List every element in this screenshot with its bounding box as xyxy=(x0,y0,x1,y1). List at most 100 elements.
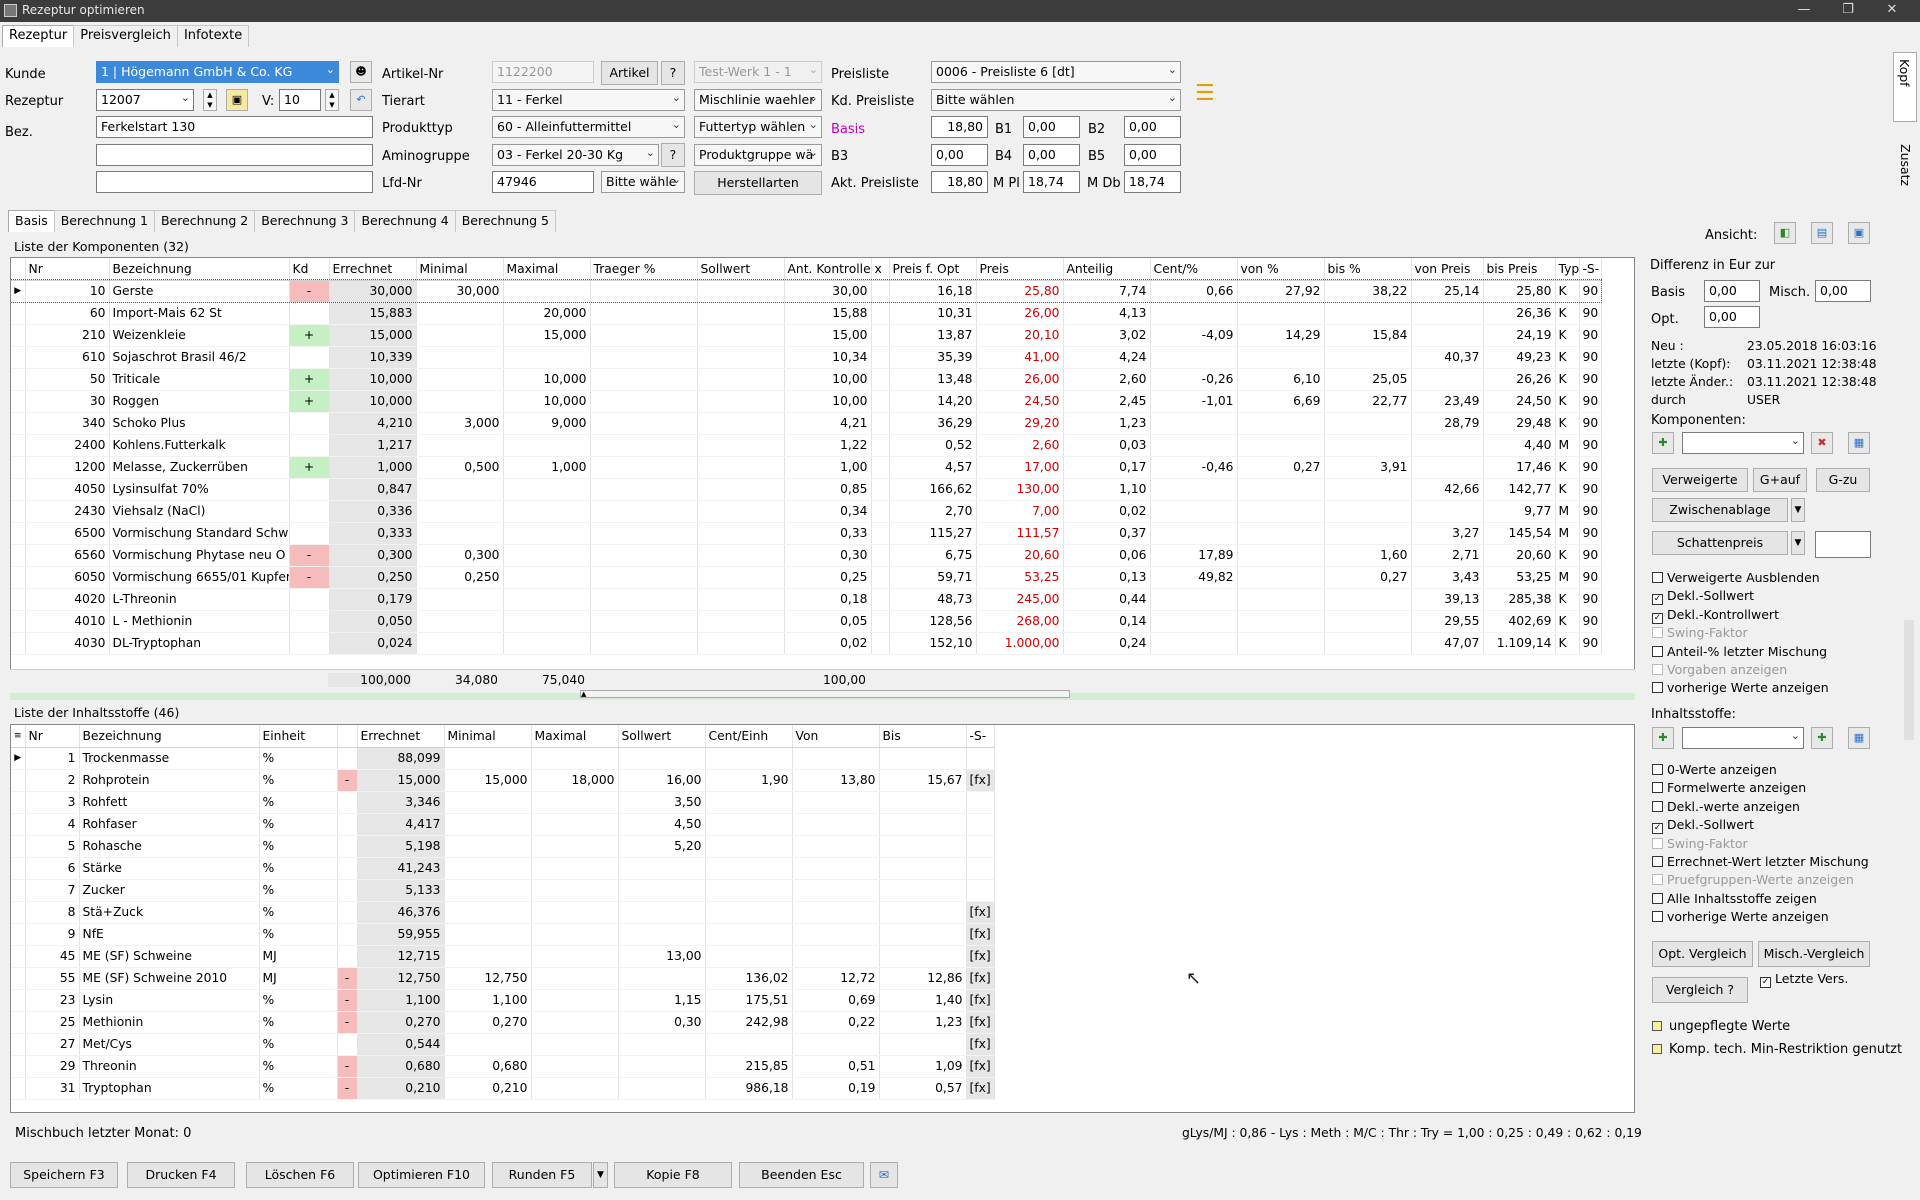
aminogruppe-help-button[interactable]: ? xyxy=(661,143,685,167)
bottom-button-2[interactable]: Löschen F6 xyxy=(246,1162,354,1188)
aminogruppe-dropdown[interactable]: 03 - Ferkel 20-30 Kg ⌄ xyxy=(492,144,659,166)
option-checkbox[interactable]: Dekl.-werte anzeigen xyxy=(1652,799,1800,814)
table-cell[interactable]: MJ xyxy=(259,967,338,990)
table-cell[interactable] xyxy=(416,390,504,413)
table-cell[interactable]: % xyxy=(259,1077,338,1100)
table-cell[interactable]: 30,000 xyxy=(329,280,417,303)
table-cell[interactable]: K xyxy=(1555,544,1580,567)
table-cell[interactable] xyxy=(1324,588,1412,611)
table-cell[interactable]: 10,00 xyxy=(784,368,872,391)
table-cell[interactable]: 2,60 xyxy=(976,434,1064,457)
table-cell[interactable] xyxy=(590,302,698,325)
zwischenablage-dropdown-icon[interactable]: ▼ xyxy=(1791,498,1805,522)
table-cell[interactable]: 25,80 xyxy=(1483,280,1556,303)
column-header[interactable]: Bis xyxy=(879,725,967,748)
futtertyp-dropdown[interactable]: Futtertyp wählen ⌄ xyxy=(694,116,822,138)
column-header[interactable]: Minimal xyxy=(444,725,532,748)
table-cell[interactable] xyxy=(590,368,698,391)
table-cell[interactable]: 25,05 xyxy=(1324,368,1412,391)
table-cell[interactable]: 2430 xyxy=(25,500,110,523)
table-cell[interactable] xyxy=(590,456,698,479)
column-header[interactable]: von Preis xyxy=(1411,258,1484,281)
table-cell[interactable] xyxy=(590,588,698,611)
table-cell[interactable]: K xyxy=(1555,280,1580,303)
table-cell[interactable]: M xyxy=(1555,434,1580,457)
table-cell[interactable] xyxy=(871,390,890,413)
column-header[interactable]: Cent/% xyxy=(1150,258,1238,281)
table-cell[interactable]: % xyxy=(259,1033,338,1056)
table-cell[interactable]: 5,198 xyxy=(357,835,445,858)
table-cell[interactable]: 15,00 xyxy=(784,324,872,347)
b2-input[interactable]: 0,00 xyxy=(1124,116,1181,138)
rezeptur-dropdown[interactable]: 12007 ⌄ xyxy=(96,89,194,111)
table-cell[interactable]: 115,27 xyxy=(889,522,977,545)
column-header[interactable]: -S- xyxy=(966,725,995,748)
table-cell[interactable]: 5,133 xyxy=(357,879,445,902)
table-cell[interactable]: 4050 xyxy=(25,478,110,501)
table-cell[interactable]: 6500 xyxy=(25,522,110,545)
table-cell[interactable]: 29,48 xyxy=(1483,412,1556,435)
table-cell[interactable]: 20,10 xyxy=(976,324,1064,347)
table-cell[interactable]: 0,270 xyxy=(444,1011,532,1034)
table-cell[interactable] xyxy=(337,747,358,770)
runden-dropdown-icon[interactable]: ▼ xyxy=(593,1162,608,1188)
table-cell[interactable]: [fx] xyxy=(966,901,995,924)
column-header[interactable]: Cent/Einh xyxy=(705,725,793,748)
table-cell[interactable] xyxy=(531,1077,619,1100)
table-cell[interactable] xyxy=(1237,302,1325,325)
table-cell[interactable] xyxy=(531,857,619,880)
table-cell[interactable]: 215,85 xyxy=(705,1055,793,1078)
table-cell[interactable]: 20,60 xyxy=(1483,544,1556,567)
table-cell[interactable]: 29,55 xyxy=(1411,610,1484,633)
table-cell[interactable]: 0,17 xyxy=(1063,456,1151,479)
option-checkbox[interactable]: Errechnet-Wert letzter Mischung xyxy=(1652,854,1869,869)
table-cell[interactable] xyxy=(590,324,698,347)
diff-misch-input[interactable]: 0,00 xyxy=(1815,280,1871,302)
table-cell[interactable] xyxy=(697,412,785,435)
table-cell[interactable] xyxy=(444,857,532,880)
table-cell[interactable]: 90 xyxy=(1579,456,1602,479)
table-cell[interactable]: 1,60 xyxy=(1324,544,1412,567)
table-cell[interactable] xyxy=(871,280,890,303)
table-cell[interactable]: % xyxy=(259,1055,338,1078)
table-cell[interactable]: 0,179 xyxy=(329,588,417,611)
table-cell[interactable] xyxy=(289,632,330,655)
b1-input[interactable]: 0,00 xyxy=(1023,116,1080,138)
table-cell[interactable] xyxy=(531,901,619,924)
table-cell[interactable]: 0,250 xyxy=(329,566,417,589)
table-cell[interactable]: 1.000,00 xyxy=(976,632,1064,655)
table-cell[interactable]: 31 xyxy=(25,1077,80,1100)
table-cell[interactable]: 59,71 xyxy=(889,566,977,589)
tab-preisvergleich[interactable]: Preisvergleich xyxy=(73,25,178,47)
tierart-dropdown[interactable]: 11 - Ferkel ⌄ xyxy=(492,89,685,111)
column-header[interactable]: Einheit xyxy=(259,725,338,748)
table-cell[interactable]: 35,39 xyxy=(889,346,977,369)
table-cell[interactable]: 26,26 xyxy=(1483,368,1556,391)
table-cell[interactable]: Vormischung 6655/01 Kupfer xyxy=(109,566,290,589)
artikel-help-button[interactable]: ? xyxy=(661,61,685,85)
table-cell[interactable]: 4020 xyxy=(25,588,110,611)
artikel-button[interactable]: Artikel xyxy=(601,61,658,85)
table-cell[interactable] xyxy=(697,456,785,479)
table-cell[interactable]: 17,46 xyxy=(1483,456,1556,479)
table-cell[interactable]: 41,00 xyxy=(976,346,1064,369)
table-cell[interactable] xyxy=(1324,346,1412,369)
table-cell[interactable]: 4 xyxy=(25,813,80,836)
column-header[interactable]: von % xyxy=(1237,258,1325,281)
letzte-vers-checkbox[interactable]: ✓ Letzte Vers. xyxy=(1760,971,1848,988)
table-cell[interactable] xyxy=(879,835,967,858)
opt-vergleich-button[interactable]: Opt. Vergleich xyxy=(1652,941,1753,967)
table-row[interactable]: 4010 L - Methionin 0,050 0,05 128,56 268,00 0,… xyxy=(11,610,1602,633)
table-cell[interactable]: + xyxy=(289,368,330,391)
table-cell[interactable] xyxy=(503,478,591,501)
table-cell[interactable] xyxy=(590,434,698,457)
component-list-icon[interactable]: ▦ xyxy=(1848,432,1870,454)
table-cell[interactable]: + xyxy=(289,324,330,347)
table-cell[interactable]: 0,22 xyxy=(792,1011,880,1034)
table-cell[interactable]: 0,024 xyxy=(329,632,417,655)
table-cell[interactable]: 142,77 xyxy=(1483,478,1556,501)
table-cell[interactable] xyxy=(618,923,706,946)
table-cell[interactable]: 4030 xyxy=(25,632,110,655)
table-cell[interactable] xyxy=(590,412,698,435)
table-cell[interactable]: 1,15 xyxy=(618,989,706,1012)
